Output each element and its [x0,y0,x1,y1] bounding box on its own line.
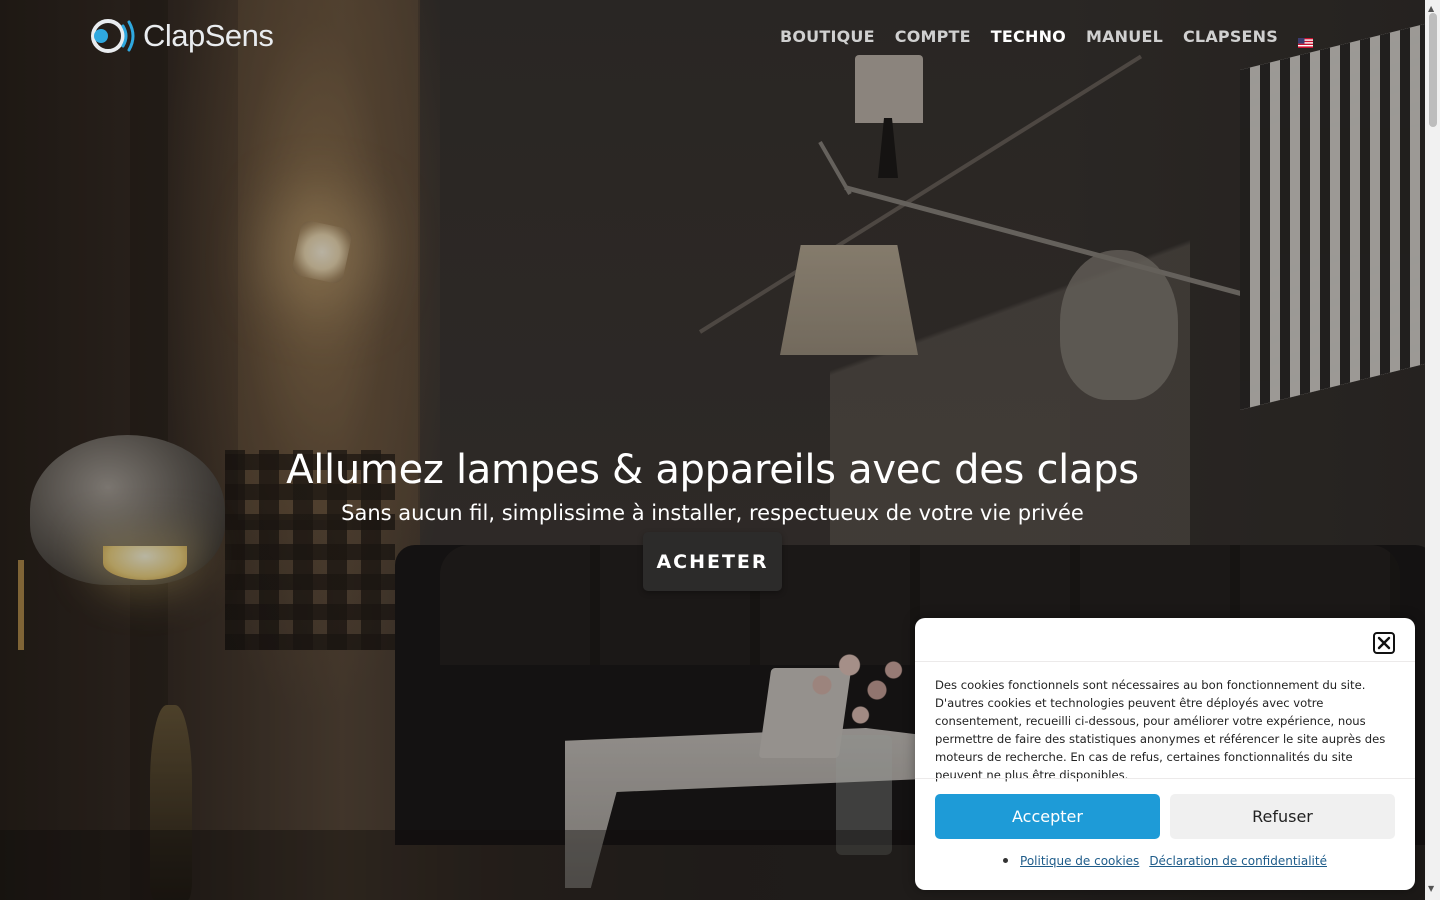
brand-name: ClapSens [143,18,274,53]
nav-item-techno[interactable]: TECHNO [991,27,1066,46]
cookie-consent-banner: Des cookies fonctionnels sont nécessaire… [915,618,1415,890]
scrollbar-thumb[interactable] [1429,13,1437,127]
cookie-link-item: Déclaration de confidentialité [1149,854,1327,868]
nav-item-compte[interactable]: COMPTE [895,27,971,46]
accept-cookies-button[interactable]: Accepter [935,794,1160,839]
page-scrollbar[interactable] [1425,0,1440,900]
cookie-link-item: Politique de cookies [1003,854,1139,868]
main-nav: BOUTIQUE COMPTE TECHNO MANUEL CLAPSENS [760,27,1313,48]
cookie-banner-header [915,618,1415,662]
hero-title: Allumez lampes & appareils avec des clap… [286,446,1139,493]
bullet-icon [1003,858,1009,863]
nav-item-boutique[interactable]: BOUTIQUE [780,27,875,46]
buy-button[interactable]: ACHETER [643,532,782,591]
us-flag-icon[interactable] [1298,33,1313,48]
divider [915,778,1415,779]
close-icon[interactable] [1373,632,1395,654]
privacy-statement-link[interactable]: Déclaration de confidentialité [1149,854,1327,868]
scroll-down-icon[interactable]: ▼ [1428,884,1434,893]
nav-item-clapsens[interactable]: CLAPSENS [1183,27,1278,46]
scroll-up-icon[interactable]: ▲ [1428,4,1434,13]
cookie-message: Des cookies fonctionnels sont nécessaire… [935,678,1386,782]
cookie-policy-link[interactable]: Politique de cookies [1020,854,1139,868]
hero-subtitle: Sans aucun fil, simplissime à installer,… [341,501,1084,525]
cookie-links: Politique de cookies Déclaration de conf… [915,854,1415,868]
site-logo[interactable]: ClapSens [89,14,274,58]
refuse-cookies-button[interactable]: Refuser [1170,794,1395,839]
nav-item-manuel[interactable]: MANUEL [1086,27,1163,46]
site-header: ClapSens BOUTIQUE COMPTE TECHNO MANUEL C… [0,0,1425,75]
clapsens-logo-icon [89,14,137,58]
